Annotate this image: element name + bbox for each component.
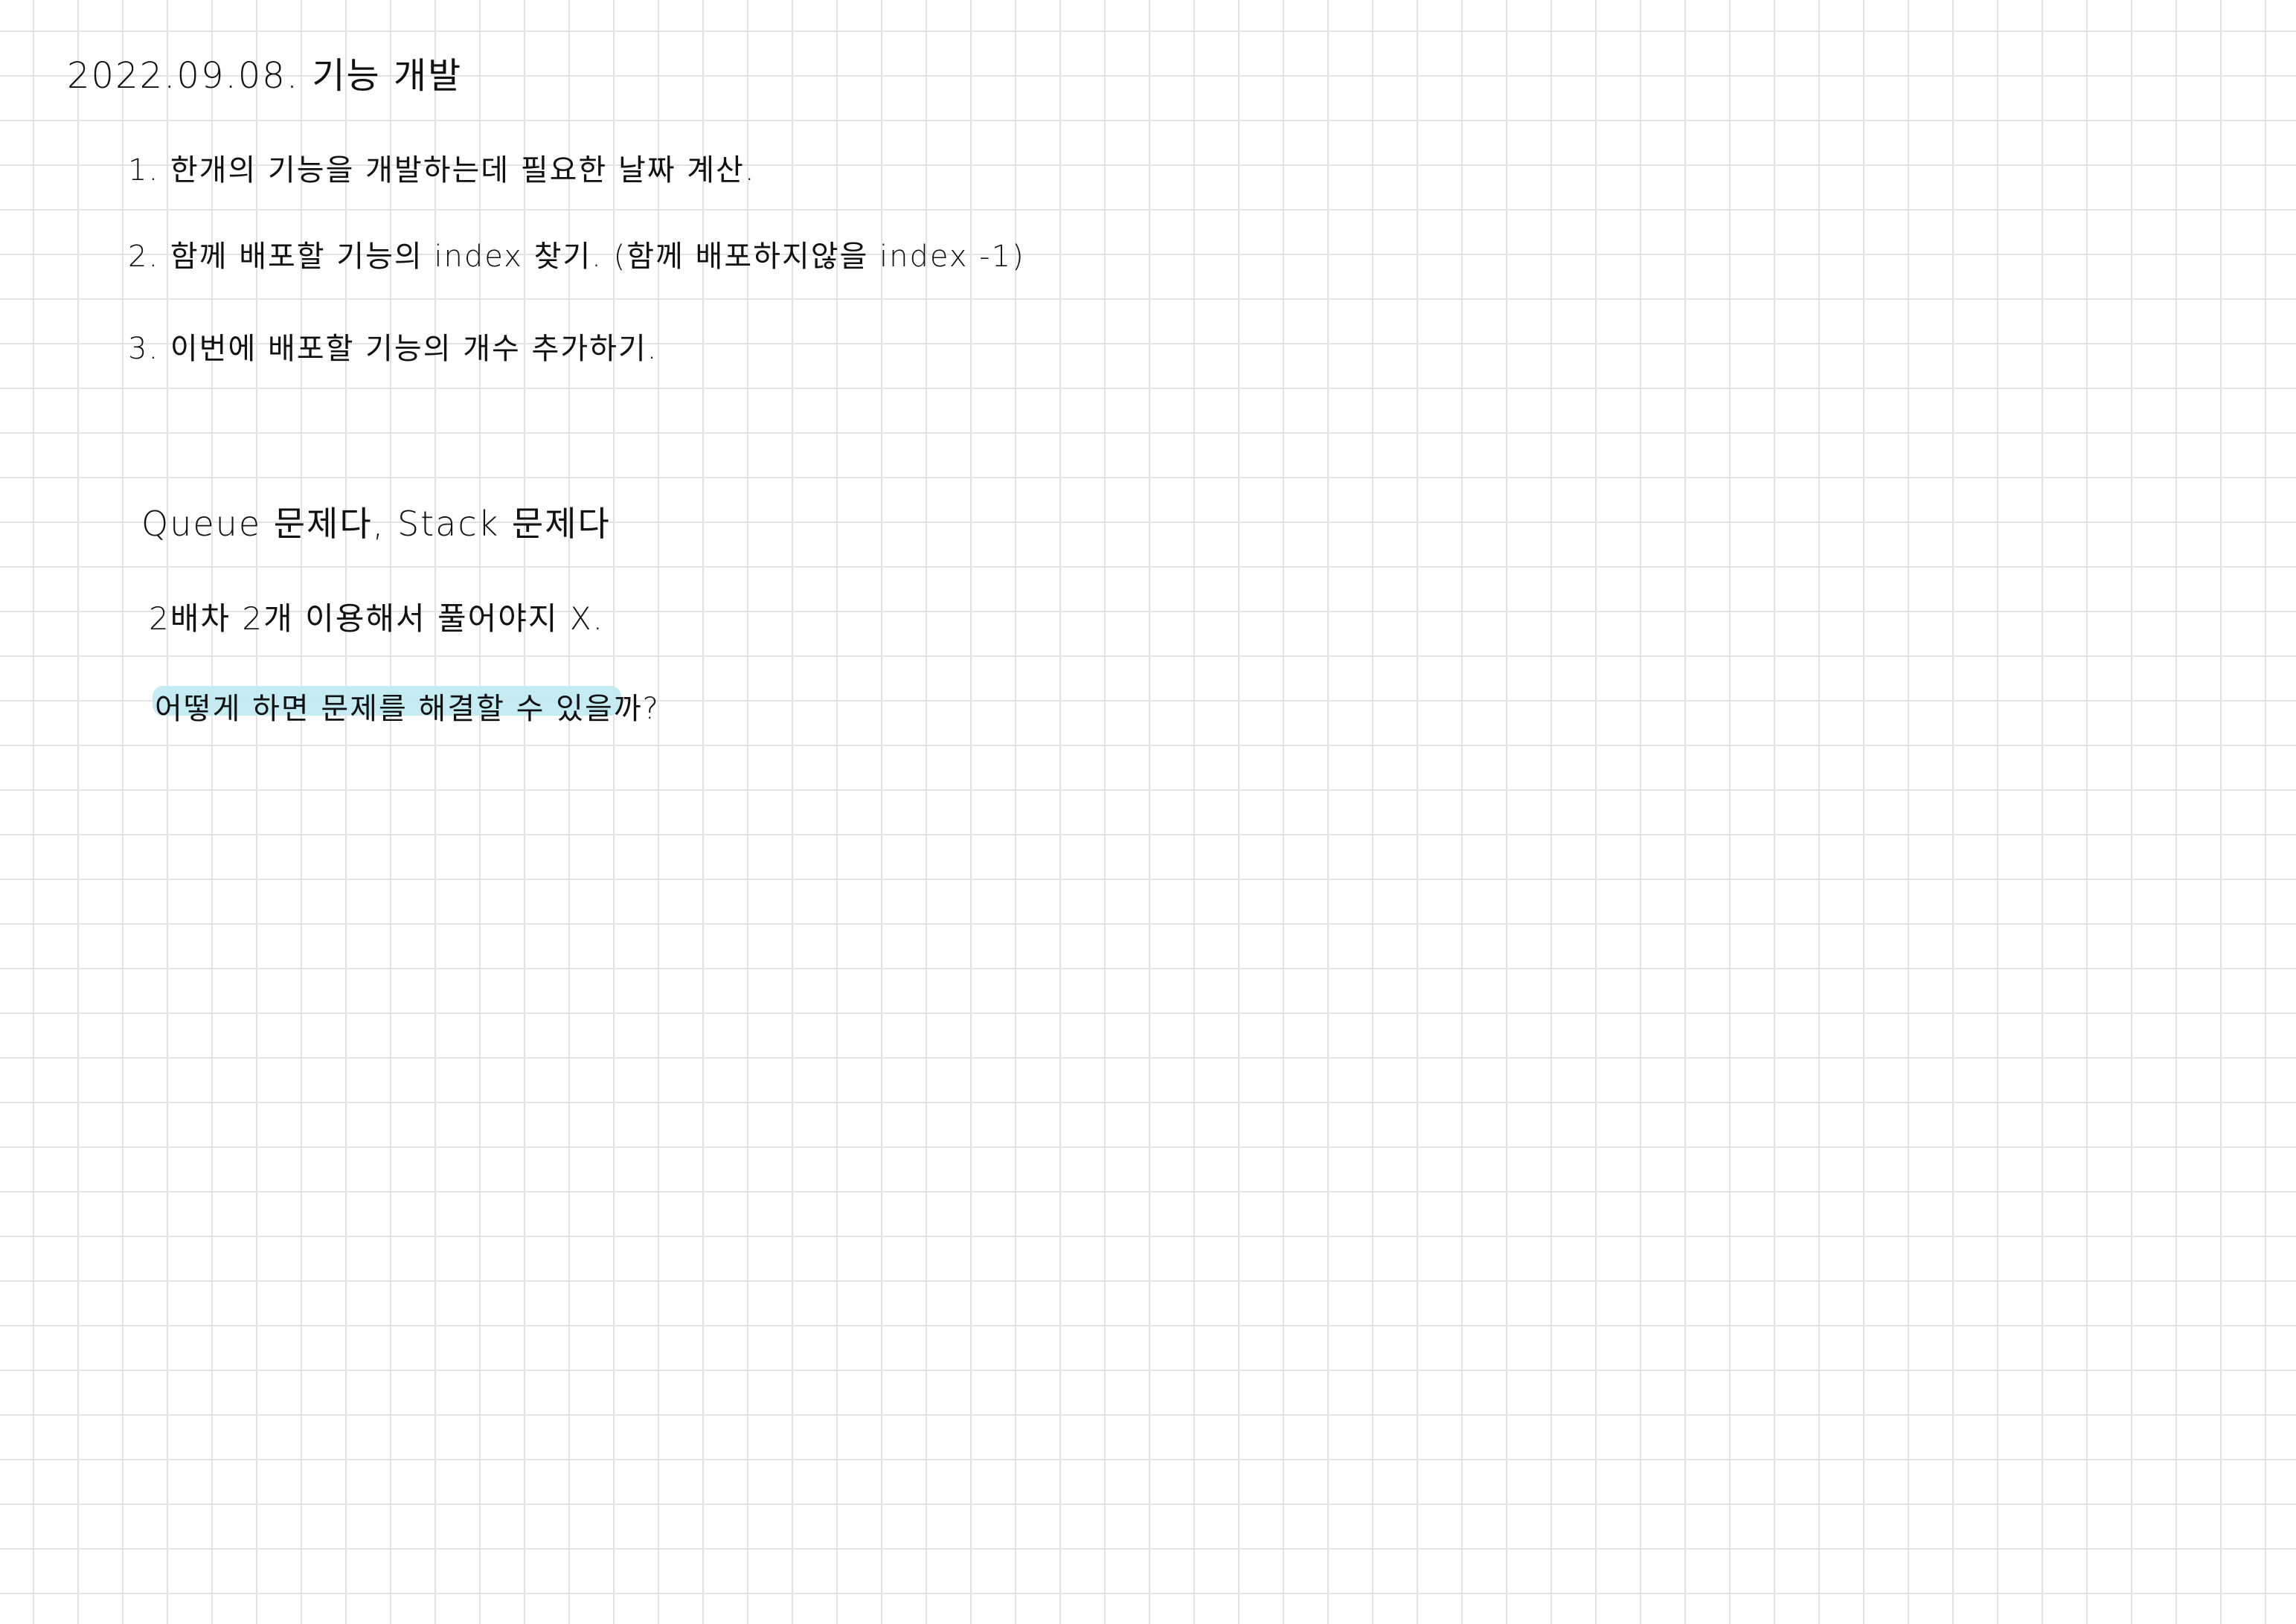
note-title: 2022.09.08. 기능 개발 xyxy=(67,55,463,97)
grid-note-page: 2022.09.08. 기능 개발 1. 한개의 기능을 개발하는데 필요한 날… xyxy=(0,0,2296,1624)
note-line-queue-stack: Queue 문제다, Stack 문제다 xyxy=(141,504,611,544)
step-item-2: 2. 함께 배포할 기능의 index 찾기. (함께 배포하지않을 index… xyxy=(128,240,1025,274)
step-item-1: 1. 한개의 기능을 개발하는데 필요한 날짜 계산. xyxy=(128,153,756,187)
step-item-3: 3. 이번에 배포할 기능의 개수 추가하기. xyxy=(128,332,658,366)
note-line-question: 어떻게 하면 문제를 해결할 수 있을까? xyxy=(155,692,660,726)
note-line-two-arrays: 2배차 2개 이용해서 풀어야지 X. xyxy=(149,600,605,637)
